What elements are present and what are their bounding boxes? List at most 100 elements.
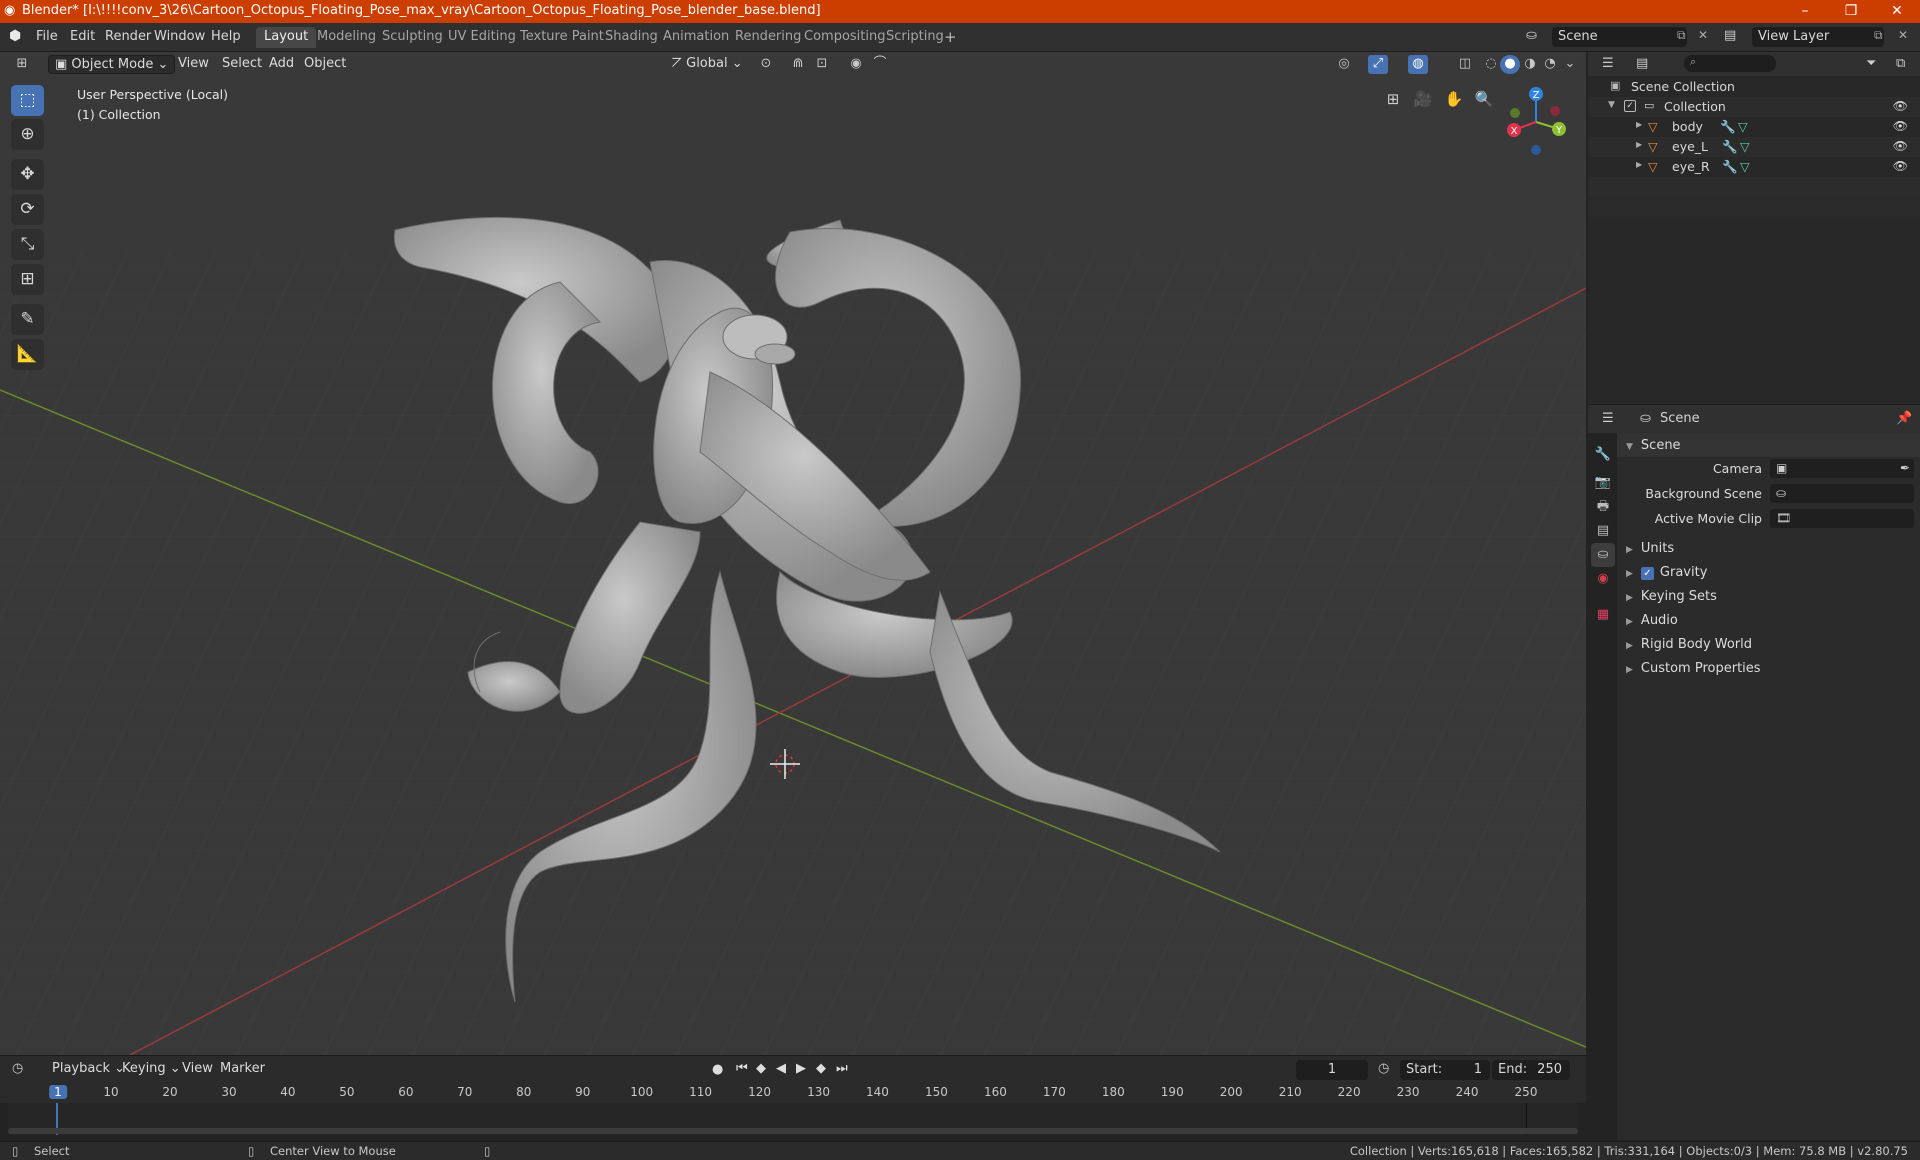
custom-properties-panel[interactable]: ▶ Custom Properties (1626, 661, 1761, 676)
blender-menu-icon[interactable]: ⬢ (9, 28, 21, 44)
zoom-view-icon[interactable]: 🔍 (1470, 85, 1498, 113)
3d-viewport[interactable]: ⊞ ▣ Object Mode ⌄ View Select Add Object… (0, 52, 1586, 1055)
expand-icon[interactable]: ▶ (1636, 120, 1642, 129)
snap-target-icon[interactable]: ⊡ (812, 55, 832, 74)
exclude-checkbox[interactable]: ✓ (1624, 100, 1636, 112)
tab-modeling[interactable]: Modeling (309, 27, 384, 48)
visibility-eye-icon[interactable]: 👁 (1893, 159, 1908, 173)
jump-end-icon[interactable]: ⏭ (836, 1061, 848, 1076)
next-keyframe-icon[interactable]: ◆ (816, 1061, 826, 1076)
menu-window[interactable]: Window (148, 28, 211, 45)
scene-panel-header[interactable]: ▼ Scene (1617, 433, 1920, 457)
modifier-icon[interactable]: 🔧 (1722, 139, 1738, 155)
new-scene-icon[interactable]: ⧉ (1677, 28, 1686, 43)
world-tab-icon[interactable]: ◉ (1591, 567, 1615, 591)
menu-add[interactable]: Add (263, 55, 300, 74)
timeline-ruler[interactable]: 1 10 20 30 40 50 60 70 80 90 100 110 120 130 140 150 160… (0, 1083, 1586, 1103)
move-tool-icon[interactable]: ✥ (11, 159, 44, 190)
menu-view[interactable]: View (172, 55, 215, 74)
rigid-body-world-panel[interactable]: ▶ Rigid Body World (1626, 637, 1752, 652)
tab-layout[interactable]: Layout (256, 27, 317, 48)
visibility-eye-icon[interactable]: 👁 (1893, 99, 1908, 113)
jump-start-icon[interactable]: ⏮ (736, 1061, 748, 1076)
view-layer-field[interactable]: View Layer (1752, 27, 1884, 47)
editor-type-icon[interactable]: ☰ (1602, 56, 1614, 71)
menu-marker[interactable]: Marker (214, 1060, 271, 1079)
annotate-tool-icon[interactable]: ✎ (11, 304, 44, 335)
modifier-icon[interactable]: 🔧 (1722, 159, 1738, 175)
tree-row-eye-r[interactable]: ▶ ▽ eye_R 🔧 ▽ 👁 (1588, 157, 1920, 177)
visibility-eye-icon[interactable]: 👁 (1893, 119, 1908, 133)
audio-panel[interactable]: ▶ Audio (1626, 613, 1678, 628)
scale-tool-icon[interactable]: ⤡ (11, 229, 44, 260)
transform-orientation-dropdown[interactable]: ⦢ Global ⌄ (666, 55, 749, 74)
keying-sets-panel[interactable]: ▶ Keying Sets (1626, 589, 1717, 604)
close-button[interactable]: ✕ (1874, 0, 1920, 23)
prev-keyframe-icon[interactable]: ◆ (756, 1061, 766, 1076)
add-workspace-icon[interactable]: + (944, 28, 957, 46)
view-layer-icon[interactable]: ▤ (1724, 28, 1736, 43)
gizmo-toggle-icon[interactable]: ⤢ (1368, 55, 1388, 74)
tree-row-collection[interactable]: ▼ ✓ ▭ Collection 👁 (1588, 97, 1920, 117)
overlays-toggle-icon[interactable]: ◍ (1408, 55, 1428, 74)
solid-shading-icon[interactable]: ● (1500, 55, 1520, 74)
expand-icon[interactable]: ▶ (1636, 160, 1642, 169)
wireframe-shading-icon[interactable]: ◌ (1481, 55, 1501, 74)
tree-row-body[interactable]: ▶ ▽ body 🔧 ▽ 👁 (1588, 117, 1920, 137)
end-frame-field[interactable]: End: 250 (1492, 1060, 1570, 1080)
pin-icon[interactable]: 📌 (1896, 411, 1912, 426)
pivot-point-icon[interactable]: ⊙ (756, 55, 776, 74)
transform-tool-icon[interactable]: ⊞ (11, 264, 44, 295)
record-icon[interactable]: ● (712, 1062, 723, 1077)
eyedropper-icon[interactable]: ✒ (1900, 459, 1910, 478)
display-mode-icon[interactable]: ▤ (1636, 56, 1648, 71)
background-scene-field[interactable]: ⛀ (1770, 484, 1914, 503)
expand-icon[interactable]: ▼ (1608, 100, 1615, 110)
rotate-tool-icon[interactable]: ⟳ (11, 194, 44, 225)
scene-tab-icon[interactable]: ⛀ (1591, 543, 1615, 567)
play-reverse-icon[interactable]: ◀ (776, 1061, 786, 1076)
texture-tab-icon[interactable]: ▦ (1591, 603, 1615, 627)
units-panel[interactable]: ▶ Units (1626, 541, 1674, 556)
scene-icon[interactable]: ⛀ (1526, 28, 1537, 43)
cursor-tool-icon[interactable]: ⊕ (11, 119, 44, 150)
outliner-search-input[interactable]: ⌕ (1684, 55, 1776, 72)
mesh-data-icon[interactable]: ▽ (1740, 159, 1750, 174)
navigation-gizmo[interactable]: Z Y X (1496, 82, 1576, 162)
active-movie-clip-field[interactable]: 🎞 (1770, 509, 1914, 528)
editor-type-icon[interactable]: ◷ (12, 1061, 23, 1076)
rendered-shading-icon[interactable]: ◔ (1540, 55, 1560, 74)
menu-help[interactable]: Help (205, 28, 247, 45)
toggle-grid-view-icon[interactable]: ⊞ (1379, 85, 1407, 113)
visibility-eye-icon[interactable]: 👁 (1893, 139, 1908, 153)
material-shading-icon[interactable]: ◑ (1520, 55, 1540, 74)
menu-select[interactable]: Select (216, 55, 268, 74)
maximize-button[interactable]: ❐ (1828, 0, 1874, 23)
editor-type-icon[interactable]: ☰ (1602, 411, 1614, 426)
expand-icon[interactable]: ▶ (1636, 140, 1642, 149)
visibility-icon[interactable]: ◎ (1334, 55, 1354, 74)
mesh-data-icon[interactable]: ▽ (1738, 119, 1748, 134)
delete-scene-icon[interactable]: ✕ (1698, 28, 1708, 42)
tab-animation[interactable]: Animation (655, 27, 737, 48)
gravity-checkbox[interactable]: ✓ (1640, 567, 1654, 580)
timeline-scrollbar[interactable] (8, 1128, 1578, 1134)
new-view-layer-icon[interactable]: ⧉ (1874, 28, 1883, 43)
falloff-icon[interactable]: ⌒ (870, 55, 890, 74)
camera-field[interactable]: ▣ ✒ (1770, 459, 1914, 478)
xray-icon[interactable]: ◫ (1455, 55, 1475, 74)
editor-type-icon[interactable]: ⊞ (12, 55, 32, 74)
mode-dropdown[interactable]: ▣ Object Mode ⌄ (48, 55, 176, 74)
preview-range-icon[interactable]: ◷ (1378, 1061, 1389, 1076)
tree-row-scene-collection[interactable]: ▣ Scene Collection (1588, 77, 1920, 97)
proportional-edit-icon[interactable]: ◉ (846, 55, 866, 74)
current-frame-field[interactable]: 1 (1296, 1060, 1368, 1080)
menu-object[interactable]: Object (298, 55, 352, 74)
snap-icon[interactable]: ⋒ (788, 55, 808, 74)
pan-view-icon[interactable]: ✋ (1440, 85, 1468, 113)
measure-tool-icon[interactable]: 📐 (11, 339, 44, 370)
delete-view-layer-icon[interactable]: ✕ (1898, 28, 1908, 42)
tree-row-eye-l[interactable]: ▶ ▽ eye_L 🔧 ▽ 👁 (1588, 137, 1920, 157)
camera-view-icon[interactable]: 🎥 (1409, 85, 1437, 113)
scene-field[interactable]: Scene (1552, 27, 1687, 47)
